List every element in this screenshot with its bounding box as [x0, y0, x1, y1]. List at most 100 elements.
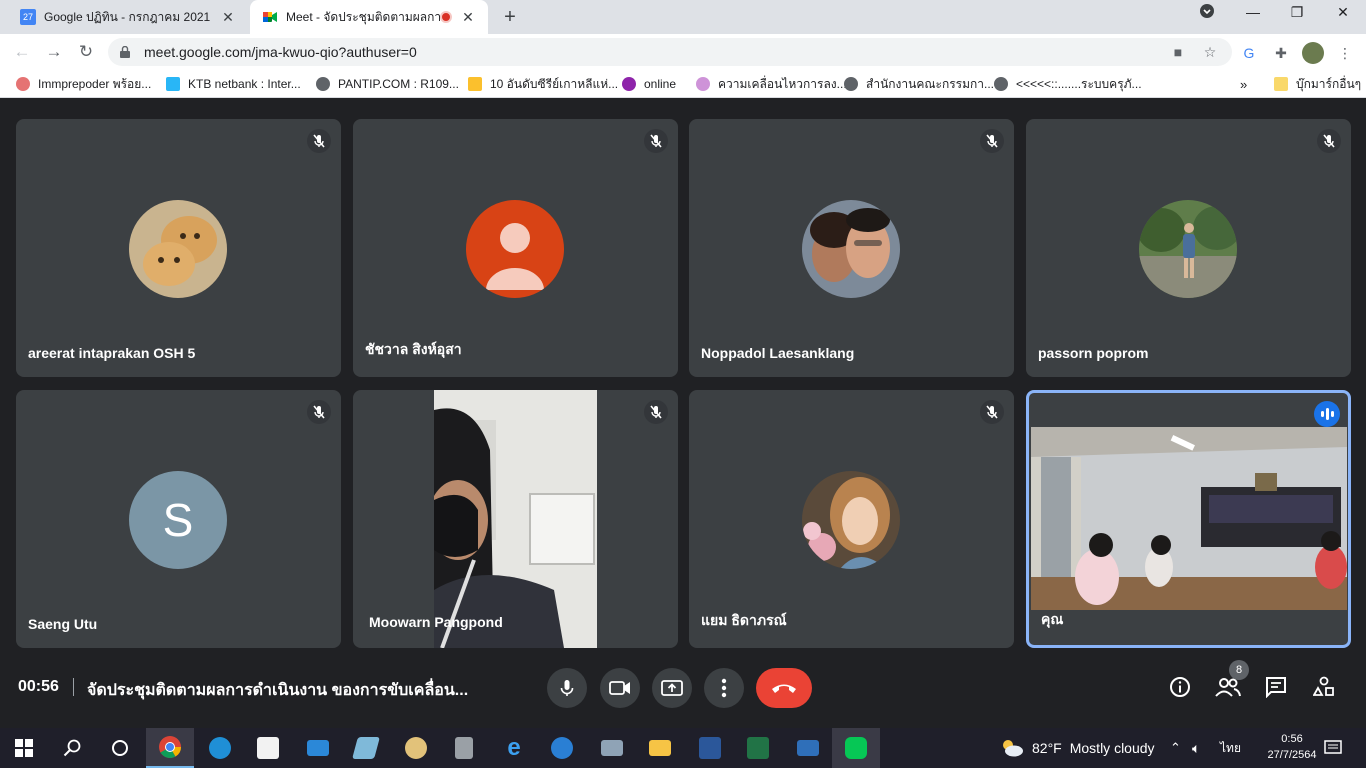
word-icon: [699, 737, 721, 759]
participant-name: Noppadol Laesanklang: [701, 345, 855, 361]
show-hidden-icons[interactable]: ⌃: [1170, 728, 1181, 768]
translate-icon[interactable]: G: [1238, 42, 1260, 64]
menu-icon[interactable]: ⋮: [1334, 42, 1356, 64]
activities-button[interactable]: [1311, 674, 1337, 700]
tab-search-icon[interactable]: [1192, 4, 1222, 21]
taskbar-app[interactable]: [342, 728, 390, 768]
tab-title: Meet - จัดประชุมติดตามผลการด: [286, 9, 440, 24]
cloudy-icon: [1003, 740, 1023, 757]
bookmarks-overflow-icon[interactable]: »: [1240, 75, 1247, 93]
microphone-icon: [560, 680, 574, 696]
mic-off-icon: [1317, 129, 1341, 153]
extensions-icon[interactable]: ✚: [1270, 42, 1292, 64]
weather-text: Mostly cloudy: [1069, 740, 1155, 756]
system-clock[interactable]: 0:56 27/7/2564: [1262, 731, 1322, 763]
back-icon[interactable]: ←: [10, 40, 34, 64]
taskbar-explorer[interactable]: [636, 728, 684, 768]
leave-call-button[interactable]: [756, 668, 812, 708]
taskbar-chrome[interactable]: [146, 728, 194, 768]
meet-icon: [263, 12, 277, 22]
participant-name: Saeng Utu: [28, 616, 98, 632]
taskbar-app[interactable]: [784, 728, 832, 768]
chat-button[interactable]: [1263, 674, 1289, 700]
reload-icon[interactable]: ↻: [74, 40, 98, 64]
bookmark-star-icon[interactable]: ☆: [1200, 44, 1220, 61]
app-icon: [797, 740, 819, 756]
participant-name: คุณ: [1041, 611, 1064, 627]
tab-meet[interactable]: Meet - จัดประชุมติดตามผลการด ✕: [250, 0, 488, 34]
bookmark-item[interactable]: PANTIP.COM : R109...: [316, 75, 459, 93]
search-icon: [63, 739, 81, 757]
taskbar-app[interactable]: [538, 728, 586, 768]
taskbar-ie[interactable]: e: [490, 728, 538, 768]
bookmark-item[interactable]: online: [622, 75, 676, 93]
participant-name: ชัชวาล สิงห์อุสา: [365, 341, 462, 357]
self-tile[interactable]: คุณ: [1026, 390, 1351, 648]
bookmark-item[interactable]: 10 อันดับซีรีย์เกาหลีแห่...: [468, 75, 618, 93]
participant-tile[interactable]: passorn poprom: [1026, 119, 1351, 377]
input-language[interactable]: ไทย: [1220, 728, 1241, 768]
other-bookmarks[interactable]: บุ๊กมาร์กอื่นๆ: [1274, 75, 1361, 93]
participant-name: areerat intaprakan OSH 5: [28, 345, 196, 361]
bookmark-favicon: [166, 77, 180, 91]
profile-avatar[interactable]: [1302, 42, 1324, 64]
bookmark-item[interactable]: <<<<<::.......ระบบครุภั...: [994, 75, 1142, 93]
taskbar-calculator[interactable]: [440, 728, 488, 768]
mic-off-icon: [980, 400, 1004, 424]
taskbar-line[interactable]: [832, 728, 880, 768]
avatar: [802, 200, 900, 298]
edge-icon: [209, 737, 231, 759]
excel-icon: [747, 737, 769, 759]
people-icon: [1215, 678, 1241, 697]
close-window-icon[interactable]: ✕: [1328, 4, 1358, 21]
camera-button[interactable]: [600, 668, 640, 708]
weather-widget[interactable]: 82°F Mostly cloudy: [1000, 728, 1155, 768]
bookmark-item[interactable]: ความเคลื่อนไหวการลง...: [696, 75, 847, 93]
weather-temp: 82°F: [1032, 740, 1062, 756]
start-button[interactable]: [0, 728, 48, 768]
participant-tile[interactable]: ชัชวาล สิงห์อุสา: [353, 119, 678, 377]
microphone-button[interactable]: [547, 668, 587, 708]
taskbar-edge[interactable]: [196, 728, 244, 768]
participant-tile[interactable]: Moowarn Pangpond: [353, 390, 678, 648]
speaking-indicator-icon: [1314, 401, 1340, 427]
participant-tile[interactable]: แยม ธิดาภรณ์: [689, 390, 1014, 648]
participant-tile[interactable]: S Saeng Utu: [16, 390, 341, 648]
present-screen-icon: [661, 680, 683, 696]
more-options-button[interactable]: [704, 668, 744, 708]
forward-icon[interactable]: →: [42, 40, 66, 64]
bookmark-label: online: [644, 77, 677, 91]
taskbar-paint[interactable]: [392, 728, 440, 768]
taskbar-word[interactable]: [686, 728, 734, 768]
maximize-icon[interactable]: ❐: [1282, 4, 1312, 21]
camera-permission-icon[interactable]: ■: [1168, 44, 1188, 60]
taskbar-camera[interactable]: [588, 728, 636, 768]
bookmark-label: Immprepoder พร้อย...: [38, 76, 152, 91]
bookmark-favicon: [696, 77, 710, 91]
folder-icon: [1274, 77, 1288, 91]
taskbar-excel[interactable]: [734, 728, 782, 768]
taskbar-store[interactable]: [244, 728, 292, 768]
task-view-button[interactable]: [96, 728, 144, 768]
address-bar[interactable]: meet.google.com/jma-kwuo-qio?authuser=0 …: [108, 38, 1232, 66]
taskbar-mail[interactable]: [294, 728, 342, 768]
chat-icon: [1266, 677, 1286, 698]
tab-strip: 27 Google ปฏิทิน - กรกฎาคม 2021 ✕ Meet -…: [0, 0, 1366, 34]
close-tab-icon[interactable]: ✕: [460, 9, 476, 26]
minimize-icon[interactable]: —: [1238, 4, 1268, 20]
meeting-details-button[interactable]: [1167, 674, 1193, 700]
more-vert-icon: [721, 678, 727, 698]
app-icon: [352, 737, 380, 759]
volume-icon[interactable]: 🔈︎: [1192, 728, 1200, 768]
close-tab-icon[interactable]: ✕: [220, 9, 236, 26]
bookmark-item[interactable]: Immprepoder พร้อย...: [16, 75, 151, 93]
search-button[interactable]: [48, 728, 96, 768]
notifications-icon[interactable]: [1324, 728, 1342, 768]
bookmark-item[interactable]: สำนักงานคณะกรรมกา...: [844, 75, 994, 93]
bookmark-item[interactable]: KTB netbank : Inter...: [166, 75, 301, 93]
tab-calendar[interactable]: 27 Google ปฏิทิน - กรกฎาคม 2021 ✕: [8, 0, 248, 34]
new-tab-icon[interactable]: +: [500, 6, 520, 29]
participant-tile[interactable]: areerat intaprakan OSH 5: [16, 119, 341, 377]
participant-tile[interactable]: Noppadol Laesanklang: [689, 119, 1014, 377]
present-screen-button[interactable]: [652, 668, 692, 708]
